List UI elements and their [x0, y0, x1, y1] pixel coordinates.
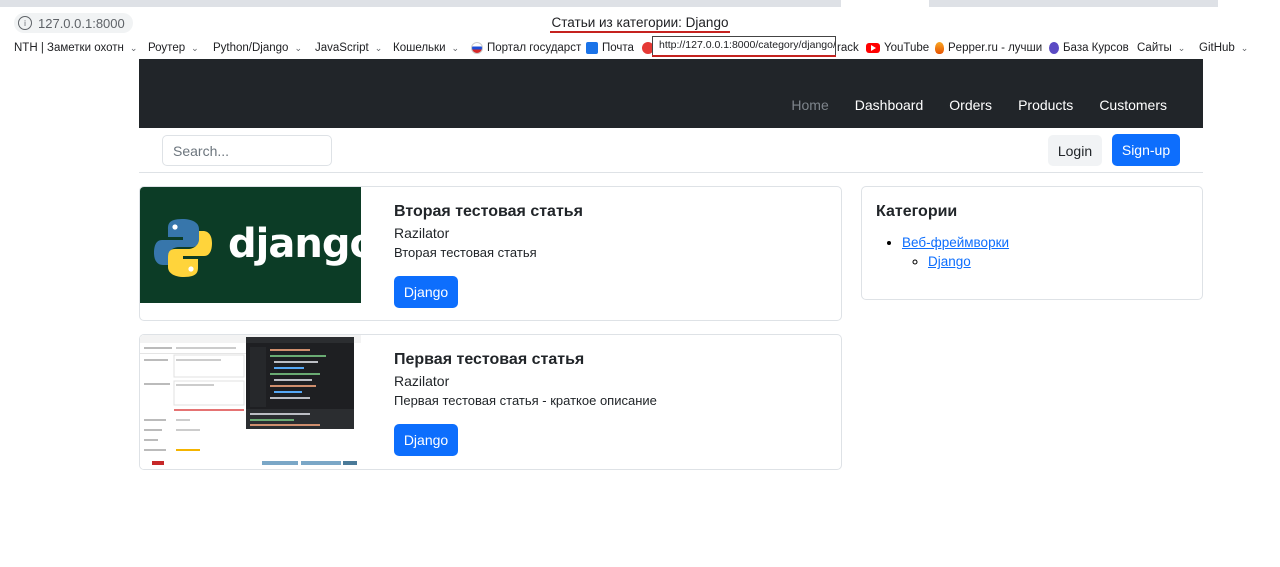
article-card: Первая тестовая статья Razilator Первая …: [139, 334, 842, 470]
login-button[interactable]: Login: [1048, 135, 1102, 166]
chevron-down-icon: ⌄: [374, 42, 383, 53]
python-logo-icon: [154, 219, 212, 277]
subcategory-list: Django: [902, 254, 1188, 269]
chevron-down-icon: ⌄: [294, 42, 302, 53]
link-status-tooltip: http://127.0.0.1:8000/category/django/: [652, 36, 836, 56]
bookmark-mail[interactable]: Почта: [586, 42, 634, 54]
bookmark-label: rack: [837, 42, 859, 54]
signup-button[interactable]: Sign-up: [1112, 134, 1180, 166]
site-navbar: Home Dashboard Orders Products Customers: [139, 59, 1203, 128]
bookmark-label: База Курсов: [1063, 42, 1129, 54]
category-link-django[interactable]: Django: [928, 254, 971, 269]
bookmarks-bar: NTH | Заметки охотн ⌄ Роутер ⌄ Python/Djan…: [0, 38, 1280, 60]
bookmark-label: Сайты: [1137, 42, 1172, 54]
category-button-django[interactable]: Django: [394, 424, 458, 456]
pepper-icon: [935, 42, 944, 54]
chevron-down-icon: ⌄: [129, 42, 138, 53]
category-link-web-frameworks[interactable]: Веб-фреймворки: [902, 235, 1009, 250]
bookmark-label: Кошельки: [393, 42, 446, 54]
browser-tab-spacer: [1218, 0, 1280, 7]
article-body: Вторая тестовая статья Razilator Вторая …: [394, 203, 583, 260]
chevron-down-icon: ⌄: [451, 42, 460, 53]
bookmark-label: NTH | Заметки охотн: [14, 42, 124, 54]
bookmark-label: YouTube: [884, 42, 930, 54]
article-author: Razilator: [394, 373, 450, 389]
article-description: Вторая тестовая статья: [394, 245, 537, 260]
browser-tabstrip: [0, 0, 1280, 7]
bookmark-pepper[interactable]: Pepper.ru - лучши: [935, 42, 1042, 54]
admin-screenshot-image: [140, 335, 361, 469]
annotation-underline: [652, 55, 836, 57]
sidebar-title: Категории: [876, 203, 958, 220]
page-title: Статьи из категории: Django: [0, 15, 1280, 33]
bookmark-folder-wallets[interactable]: Кошельки ⌄: [393, 42, 459, 54]
russia-flag-icon: [471, 42, 483, 54]
page-title-text: Статьи из категории: Django: [549, 15, 731, 33]
bookmark-youtube[interactable]: YouTube: [866, 42, 929, 54]
mail-icon: [586, 42, 598, 54]
bookmark-label: JavaScript: [315, 42, 369, 54]
article-title: Первая тестовая статья: [394, 351, 585, 368]
django-logo-text: django: [228, 221, 377, 267]
youtube-icon: [866, 43, 880, 53]
bookmark-folder-python-django[interactable]: Python/Django ⌄: [213, 42, 302, 54]
article-thumbnail-screenshot[interactable]: [140, 335, 361, 469]
bookmark-label: Роутер: [148, 42, 186, 54]
browser-tab[interactable]: [841, 0, 929, 7]
address-bar: i 127.0.0.1:8000 Статьи из категории: Dj…: [0, 7, 1280, 38]
bookmark-folder-nth[interactable]: NTH | Заметки охотн ⌄: [14, 42, 137, 54]
chevron-down-icon: ⌄: [191, 42, 199, 53]
article-title: Вторая тестовая статья: [394, 203, 583, 220]
bookmark-folder-router[interactable]: Роутер ⌄: [148, 42, 199, 54]
site-toolbar: Login Sign-up: [139, 128, 1203, 173]
chevron-down-icon: ⌄: [1240, 42, 1249, 53]
nav-links: Home Dashboard Orders Products Customers: [791, 97, 1167, 113]
category-list: Веб-фреймворки Django: [876, 235, 1188, 269]
subcategory-item: Django: [928, 254, 1188, 269]
bookmark-label: Портал государст: [487, 42, 582, 54]
article-author: Razilator: [394, 225, 450, 241]
bookmark-gosuslugi[interactable]: Портал государст: [471, 42, 581, 54]
category-item: Веб-фреймворки Django: [902, 235, 1188, 269]
nav-dashboard[interactable]: Dashboard: [855, 97, 924, 113]
article-description: Первая тестовая статья - краткое описани…: [394, 393, 657, 408]
bookmark-base-courses[interactable]: База Курсов: [1049, 42, 1129, 54]
article-thumbnail-django-logo[interactable]: django: [140, 187, 377, 303]
nav-products[interactable]: Products: [1018, 97, 1073, 113]
bookmark-label: Python/Django: [213, 42, 289, 54]
chevron-down-icon: ⌄: [1177, 42, 1186, 53]
bookmark-folder-javascript[interactable]: JavaScript ⌄: [315, 42, 382, 54]
base-courses-icon: [1049, 42, 1059, 54]
bookmark-label: Pepper.ru - лучши: [948, 42, 1043, 54]
bookmark-label: GitHub: [1199, 42, 1235, 54]
search-input[interactable]: [162, 135, 332, 166]
bookmark-folder-sites[interactable]: Сайты ⌄: [1137, 42, 1185, 54]
nav-home[interactable]: Home: [791, 97, 828, 113]
article-card: django Вторая тестовая статья Razilator …: [139, 186, 842, 321]
nav-orders[interactable]: Orders: [949, 97, 992, 113]
bookmark-folder-github[interactable]: GitHub ⌄: [1199, 42, 1248, 54]
bookmark-label: Почта: [602, 42, 634, 54]
article-body: Первая тестовая статья Razilator Первая …: [394, 351, 657, 408]
bookmark-track[interactable]: rack: [837, 42, 859, 54]
category-button-django[interactable]: Django: [394, 276, 458, 308]
nav-customers[interactable]: Customers: [1099, 97, 1167, 113]
categories-sidebar: Категории Веб-фреймворки Django: [861, 186, 1203, 300]
